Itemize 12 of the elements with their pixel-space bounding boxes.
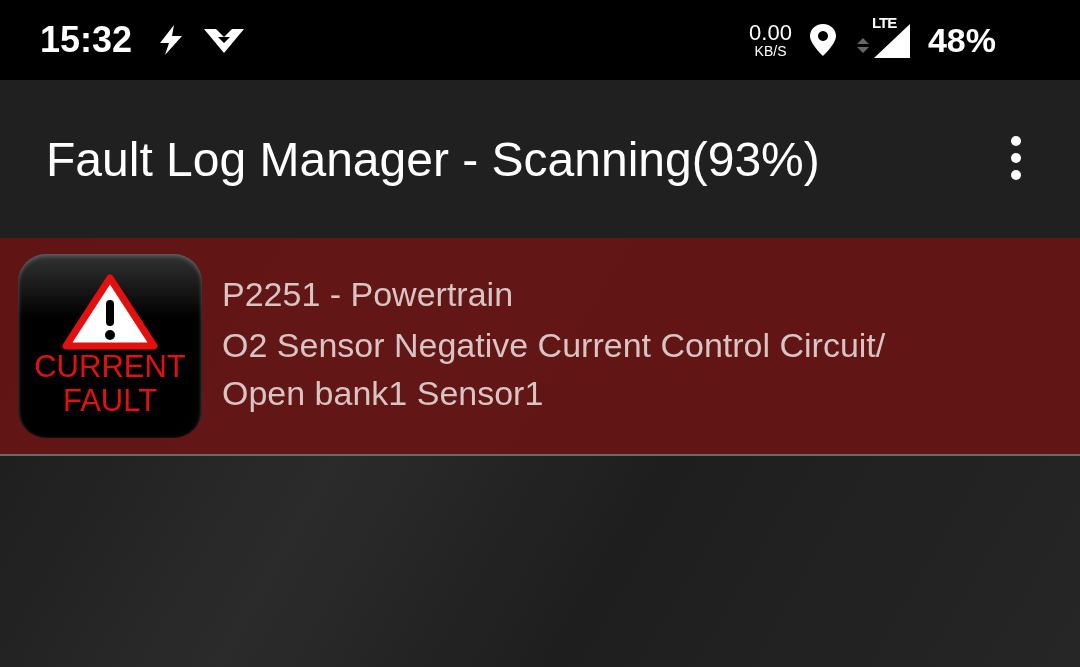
battery-text: 48% bbox=[927, 20, 996, 60]
warning-icon bbox=[62, 273, 158, 350]
network-speed: 0.00 KB/S bbox=[749, 22, 792, 58]
badge-text: CURRENT bbox=[34, 349, 186, 384]
app-title: Fault Log Manager - Scanning(93%) bbox=[46, 131, 821, 187]
location-pin-icon bbox=[807, 22, 838, 58]
fault-row[interactable]: CURRENT FAULT P2251 - Powertrain O2 Sensor Negative Current Control Circuit/ Open bank1 Sensor1 bbox=[0, 238, 1080, 456]
clock-text: 15:32 bbox=[40, 19, 133, 61]
more-vertical-icon bbox=[1010, 134, 1022, 181]
badge-text: FAULT bbox=[62, 384, 158, 419]
fault-code: P2251 - Powertrain bbox=[222, 274, 515, 314]
fault-description: O2 Sensor Negative Current Control Circuit/ Open bank1 Sensor1 bbox=[222, 324, 887, 414]
